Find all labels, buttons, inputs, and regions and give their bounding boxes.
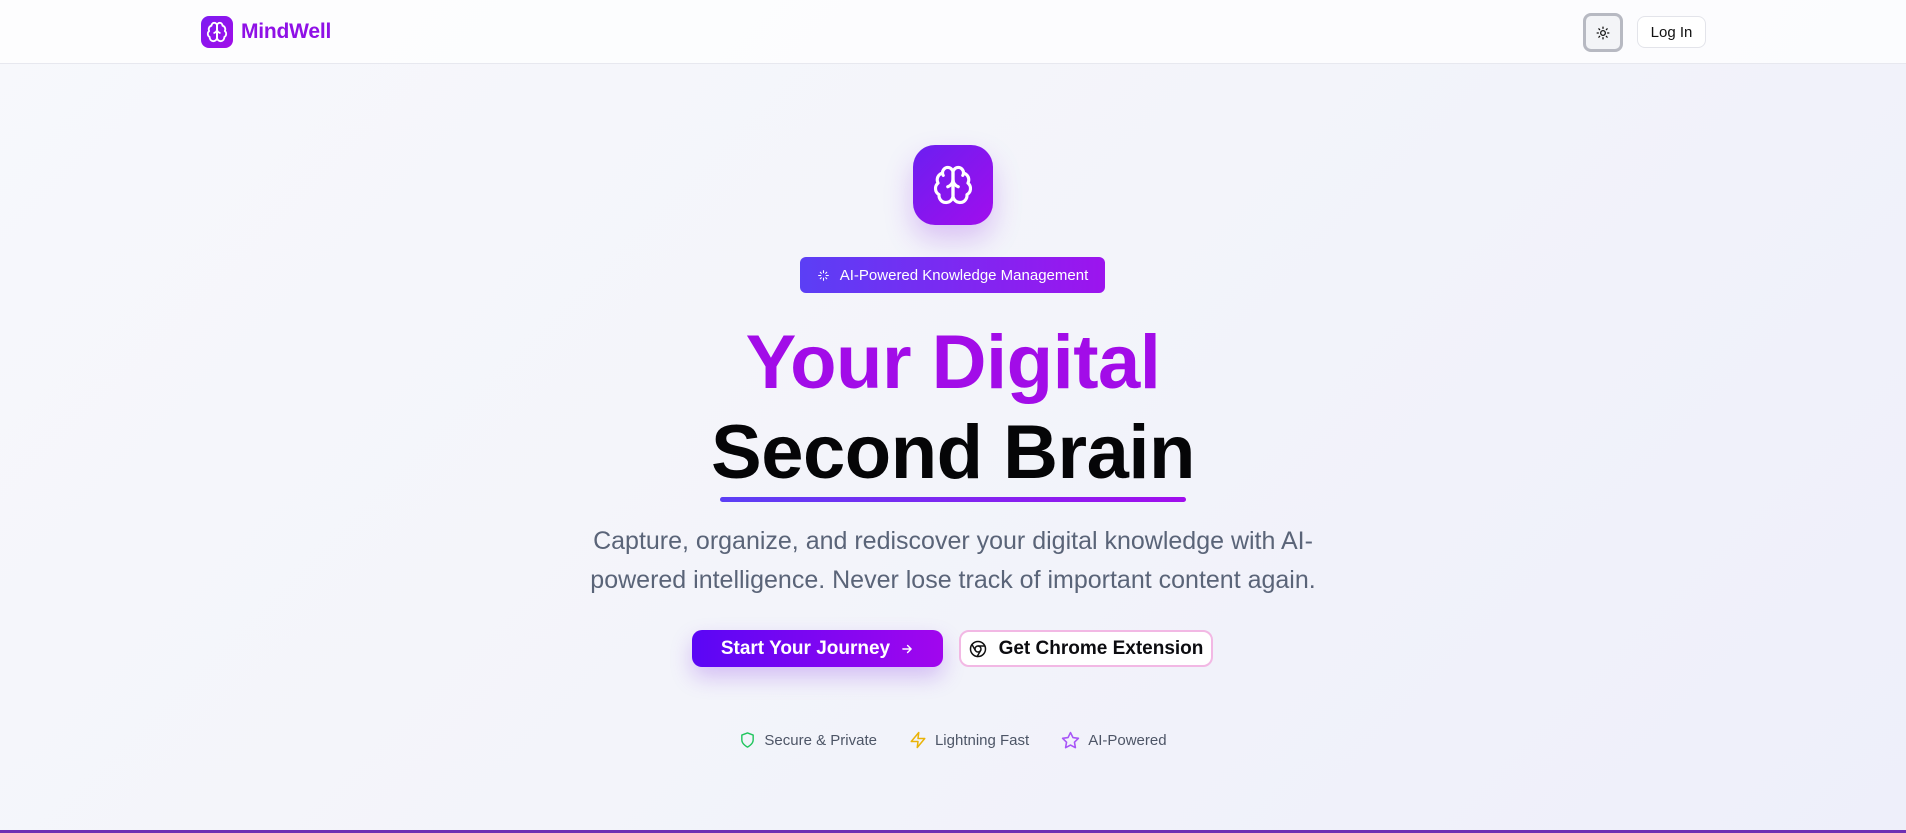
ai-badge: AI-Powered Knowledge Management — [800, 257, 1105, 293]
chrome-icon — [969, 640, 986, 657]
feature-ai: AI-Powered — [1061, 731, 1167, 750]
top-nav: MindWell Log In — [0, 0, 1906, 64]
headline-line-1: Your Digital — [745, 320, 1161, 405]
sun-icon — [1596, 26, 1610, 39]
login-button[interactable]: Log In — [1637, 16, 1706, 48]
brain-icon — [201, 16, 233, 48]
hero-brain-icon — [913, 145, 993, 225]
chrome-extension-button[interactable]: Get Chrome Extension — [959, 630, 1213, 667]
feature-secure: Secure & Private — [739, 731, 877, 749]
feature-fast: Lightning Fast — [909, 731, 1029, 749]
brain-icon — [933, 165, 973, 205]
feature-label: Lightning Fast — [934, 731, 1030, 749]
sparkles-icon — [817, 269, 829, 281]
arrow-right-icon — [902, 644, 912, 653]
theme-toggle-button[interactable] — [1583, 13, 1623, 52]
feature-label: AI-Powered — [1088, 731, 1167, 749]
shield-icon — [741, 732, 755, 748]
feature-list: Secure & Private Lightning Fast AI-Power… — [0, 728, 1906, 752]
zap-icon — [910, 731, 926, 749]
headline-underline — [720, 497, 1186, 502]
start-journey-button[interactable]: Start Your Journey — [692, 630, 943, 667]
badge-label: AI-Powered Knowledge Management — [839, 266, 1089, 284]
chrome-extension-label: Get Chrome Extension — [998, 637, 1204, 659]
feature-label: Secure & Private — [764, 731, 877, 749]
brand-logo-link[interactable]: MindWell — [201, 16, 331, 48]
start-journey-label: Start Your Journey — [720, 637, 891, 659]
hero-subtext: Capture, organize, and rediscover your d… — [590, 527, 1316, 594]
star-icon — [1061, 731, 1080, 748]
headline-line-2: Second Brain — [711, 410, 1195, 495]
brand-name: MindWell — [241, 20, 332, 43]
